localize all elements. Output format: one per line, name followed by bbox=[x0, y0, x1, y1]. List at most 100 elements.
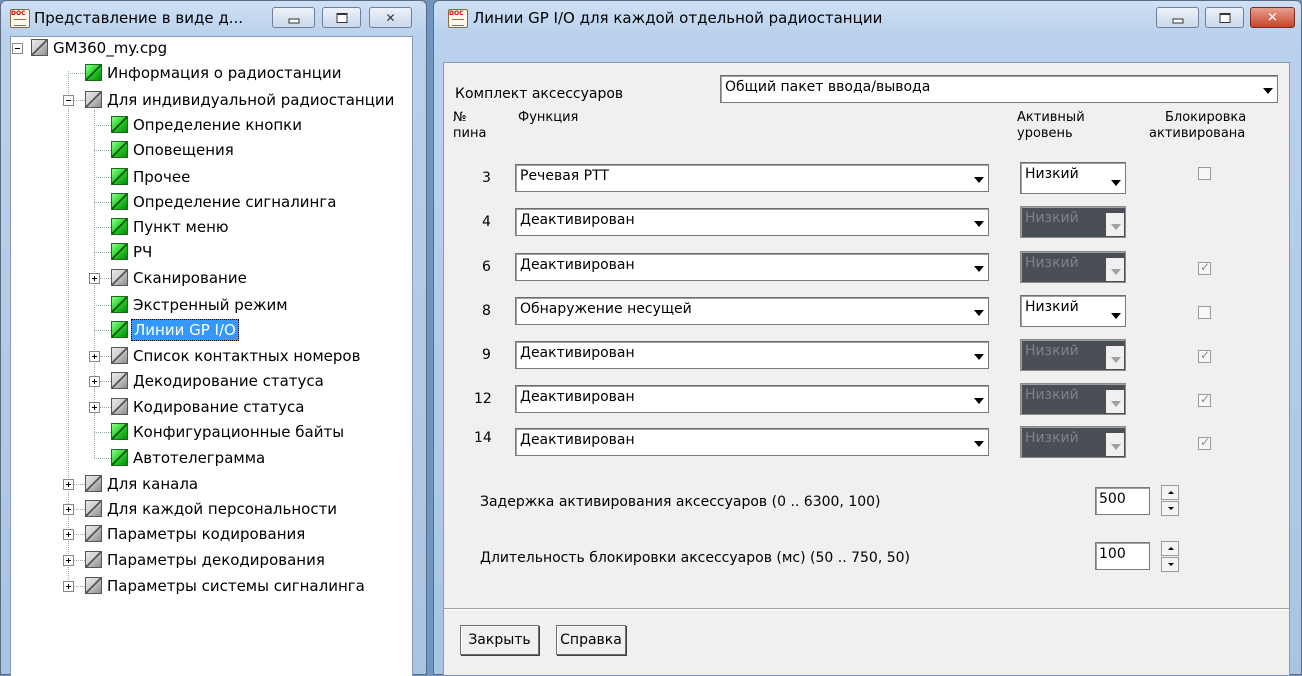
expand-icon[interactable] bbox=[63, 555, 74, 566]
lock-duration-spinner[interactable] bbox=[1161, 541, 1179, 573]
expand-icon[interactable] bbox=[63, 479, 74, 490]
tree-item-personality[interactable]: Для каждой персональности bbox=[11, 497, 412, 521]
gpio-titlebar[interactable]: Линии GP I/O для каждой отдельной радиос… bbox=[434, 1, 1301, 35]
chevron-down-icon[interactable] bbox=[969, 387, 987, 411]
lock-checkbox[interactable] bbox=[1198, 167, 1211, 180]
active-level-select[interactable]: Низкий bbox=[1020, 162, 1126, 194]
gray-arrow-icon bbox=[85, 577, 102, 594]
function-select[interactable]: Деактивирован bbox=[515, 385, 989, 413]
close-button[interactable]: ✕ bbox=[1250, 7, 1295, 28]
expand-icon[interactable] bbox=[89, 376, 100, 387]
tree-item-label: Автотелеграмма bbox=[133, 449, 266, 467]
maximize-button[interactable] bbox=[322, 7, 361, 28]
tree-item-channel[interactable]: Для канала bbox=[11, 472, 412, 496]
gray-arrow-icon bbox=[111, 372, 128, 389]
spin-down-icon[interactable] bbox=[1161, 557, 1179, 572]
spin-up-icon[interactable] bbox=[1161, 541, 1179, 556]
delay-label: Задержка активирования аксессуаров (0 ..… bbox=[480, 494, 881, 510]
accessory-kit-select[interactable]: Общий пакет ввода/вывода bbox=[720, 75, 1278, 103]
expand-icon[interactable] bbox=[89, 402, 100, 413]
green-arrow-icon bbox=[111, 141, 128, 158]
expand-icon[interactable] bbox=[63, 581, 74, 592]
tree-item-individual[interactable]: Для индивидуальной радиостанции bbox=[11, 88, 412, 112]
close-dialog-button[interactable]: Закрыть bbox=[460, 625, 539, 655]
tree-item-rf[interactable]: РЧ bbox=[11, 240, 412, 264]
tree-view-titlebar[interactable]: Представление в виде д... ✕ bbox=[1, 1, 426, 35]
tree-item-label: Пункт меню bbox=[133, 218, 229, 236]
function-select[interactable]: Деактивирован bbox=[515, 253, 989, 281]
green-arrow-icon bbox=[111, 218, 128, 235]
maximize-button[interactable] bbox=[1205, 7, 1244, 28]
delay-input[interactable]: 500 bbox=[1095, 487, 1150, 515]
active-level-value: Низкий bbox=[1025, 430, 1079, 446]
lock-checkbox[interactable] bbox=[1198, 392, 1211, 407]
tree-item-emergency[interactable]: Экстренный режим bbox=[11, 293, 412, 317]
tree-item-status-decode[interactable]: Декодирование статуса bbox=[11, 369, 412, 393]
minimize-button[interactable] bbox=[1156, 7, 1199, 28]
tree-item-contact-list[interactable]: Список контактных номеров bbox=[11, 344, 412, 368]
spin-up-icon[interactable] bbox=[1161, 485, 1179, 500]
expand-icon[interactable] bbox=[89, 273, 100, 284]
pin-number: 14 bbox=[474, 430, 492, 446]
tree-item-status-encode[interactable]: Кодирование статуса bbox=[11, 395, 412, 419]
function-value: Деактивирован bbox=[520, 389, 635, 405]
tree-item-encode-params[interactable]: Параметры кодирования bbox=[11, 522, 412, 546]
lock-checkbox[interactable] bbox=[1198, 348, 1211, 363]
function-select[interactable]: Деактивирован bbox=[515, 208, 989, 236]
chevron-down-icon[interactable] bbox=[969, 299, 987, 323]
lock-duration-input[interactable]: 100 bbox=[1095, 542, 1150, 570]
lock-checkbox[interactable] bbox=[1198, 435, 1211, 450]
lock-checkbox[interactable] bbox=[1198, 306, 1211, 319]
green-arrow-icon bbox=[111, 116, 128, 133]
chevron-down-icon[interactable] bbox=[969, 166, 987, 190]
chevron-down-icon[interactable] bbox=[969, 430, 987, 454]
minimize-button[interactable] bbox=[272, 7, 315, 28]
chevron-down-icon[interactable] bbox=[969, 343, 987, 367]
lock-checkbox[interactable] bbox=[1198, 260, 1211, 275]
active-level-value: Низкий bbox=[1025, 166, 1079, 182]
expand-icon[interactable] bbox=[63, 504, 74, 515]
help-button[interactable]: Справка bbox=[556, 625, 626, 655]
tree-item-scanning[interactable]: Сканирование bbox=[11, 266, 412, 290]
close-button[interactable]: ✕ bbox=[369, 7, 412, 28]
tree-item-other[interactable]: Прочее bbox=[11, 165, 412, 189]
tree-item-signaling-system[interactable]: Параметры системы сигналинга bbox=[11, 574, 412, 598]
function-select[interactable]: Обнаружение несущей bbox=[515, 297, 989, 325]
active-level-select[interactable]: Низкий bbox=[1020, 295, 1126, 327]
tree-item-decode-params[interactable]: Параметры декодирования bbox=[11, 548, 412, 572]
lock-duration-label: Длительность блокировки аксессуаров (мс)… bbox=[480, 550, 911, 566]
chevron-down-icon[interactable] bbox=[1106, 169, 1124, 192]
tree-item-signaling-definition[interactable]: Определение сигналинга bbox=[11, 190, 412, 214]
tree-item-label: Определение сигналинга bbox=[133, 193, 337, 211]
green-arrow-icon bbox=[111, 193, 128, 210]
delay-value: 500 bbox=[1099, 491, 1126, 507]
tree-item-label: GM360_my.cpg bbox=[53, 39, 168, 57]
function-select[interactable]: Деактивирован bbox=[515, 341, 989, 369]
tree-view[interactable]: GM360_my.cpg Информация о радиостанции Для… bbox=[10, 36, 413, 676]
tree-item-label: Для канала bbox=[107, 475, 199, 493]
tree-item-menu-item[interactable]: Пункт меню bbox=[11, 215, 412, 239]
tree-item-label: Прочее bbox=[133, 168, 191, 186]
collapse-icon[interactable] bbox=[63, 95, 74, 106]
tree-item-autotelegram[interactable]: Автотелеграмма bbox=[11, 446, 412, 470]
chevron-down-icon[interactable] bbox=[1258, 77, 1276, 101]
expand-icon[interactable] bbox=[89, 351, 100, 362]
tree-item-button-definition[interactable]: Определение кнопки bbox=[11, 113, 412, 137]
chevron-down-icon[interactable] bbox=[969, 255, 987, 279]
collapse-icon[interactable] bbox=[12, 43, 23, 54]
chevron-down-icon[interactable] bbox=[969, 210, 987, 234]
chevron-down-icon[interactable] bbox=[1106, 302, 1124, 325]
tree-item-radio-info[interactable]: Информация о радиостанции bbox=[11, 61, 412, 85]
function-select[interactable]: Деактивирован bbox=[515, 428, 989, 456]
delay-spinner[interactable] bbox=[1161, 485, 1179, 517]
function-select[interactable]: Речевая PTT bbox=[515, 164, 989, 192]
tree-item-gpio-lines[interactable]: Линии GP I/O bbox=[11, 318, 412, 342]
green-arrow-icon bbox=[111, 243, 128, 260]
spin-down-icon[interactable] bbox=[1161, 501, 1179, 516]
tree-item-config-bytes[interactable]: Конфигурационные байты bbox=[11, 420, 412, 444]
tree-root[interactable]: GM360_my.cpg bbox=[11, 37, 412, 60]
green-arrow-icon bbox=[111, 321, 128, 338]
expand-icon[interactable] bbox=[63, 529, 74, 540]
tree-item-alerts[interactable]: Оповещения bbox=[11, 138, 412, 162]
active-level-value: Низкий bbox=[1025, 255, 1079, 271]
